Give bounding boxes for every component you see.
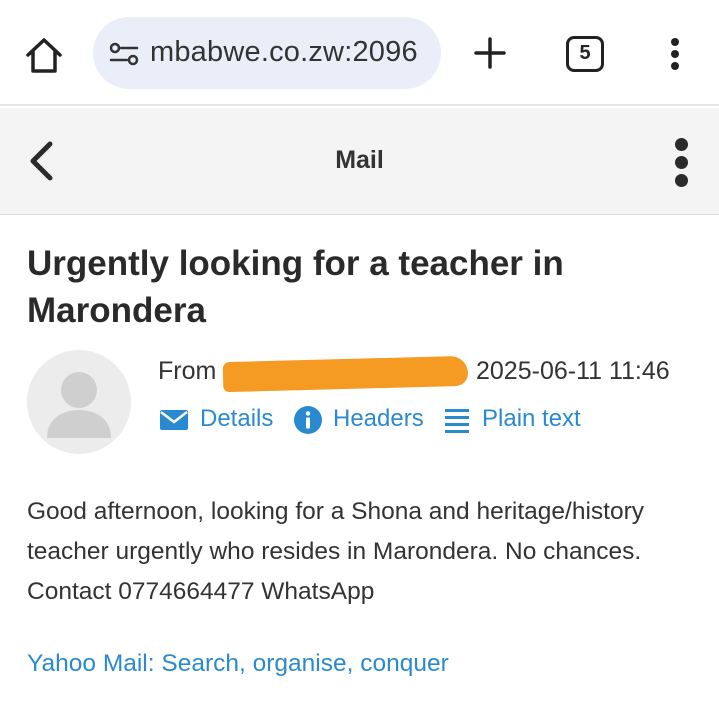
details-label: Details [200, 405, 274, 432]
avatar [27, 350, 131, 454]
menu-dot [671, 62, 679, 70]
footer-link[interactable]: Yahoo Mail: Search, organise, conquer [27, 650, 449, 678]
headers-label: Headers [333, 405, 424, 432]
menu-dot [671, 50, 679, 58]
plus-icon[interactable] [470, 33, 510, 73]
redaction-mark [222, 355, 469, 393]
url-text[interactable]: mbabwe.co.zw:2096 [150, 36, 418, 69]
info-icon [294, 406, 322, 434]
message-date: 2025-06-11 11:46 [476, 357, 670, 385]
envelope-icon [160, 410, 188, 430]
message-subject: Urgently looking for a teacher in Marond… [27, 244, 564, 330]
text-lines-icon [445, 409, 469, 433]
menu-dot [675, 174, 688, 187]
site-info-icon[interactable] [109, 41, 139, 67]
kebab-menu-icon[interactable] [670, 136, 696, 188]
home-icon[interactable] [22, 33, 66, 77]
app-header: Mail [0, 108, 719, 215]
message-body: Good afternoon, looking for a Shona and … [27, 498, 644, 605]
user-silhouette-icon [47, 372, 111, 438]
page-title: Mail [335, 146, 384, 174]
browser-toolbar: mbabwe.co.zw:2096 5 [0, 0, 719, 106]
more-vert-icon[interactable] [664, 36, 688, 72]
menu-dot [671, 38, 679, 46]
url-domain: mbabwe.co.zw:2096 [150, 36, 418, 68]
from-label: From [158, 357, 217, 385]
menu-dot [675, 138, 688, 151]
tab-count: 5 [579, 42, 591, 64]
tab-switcher-icon[interactable]: 5 [566, 36, 604, 72]
address-bar[interactable]: mbabwe.co.zw:2096 [93, 17, 441, 89]
plain-text-label: Plain text [482, 405, 581, 432]
menu-dot [675, 156, 688, 169]
